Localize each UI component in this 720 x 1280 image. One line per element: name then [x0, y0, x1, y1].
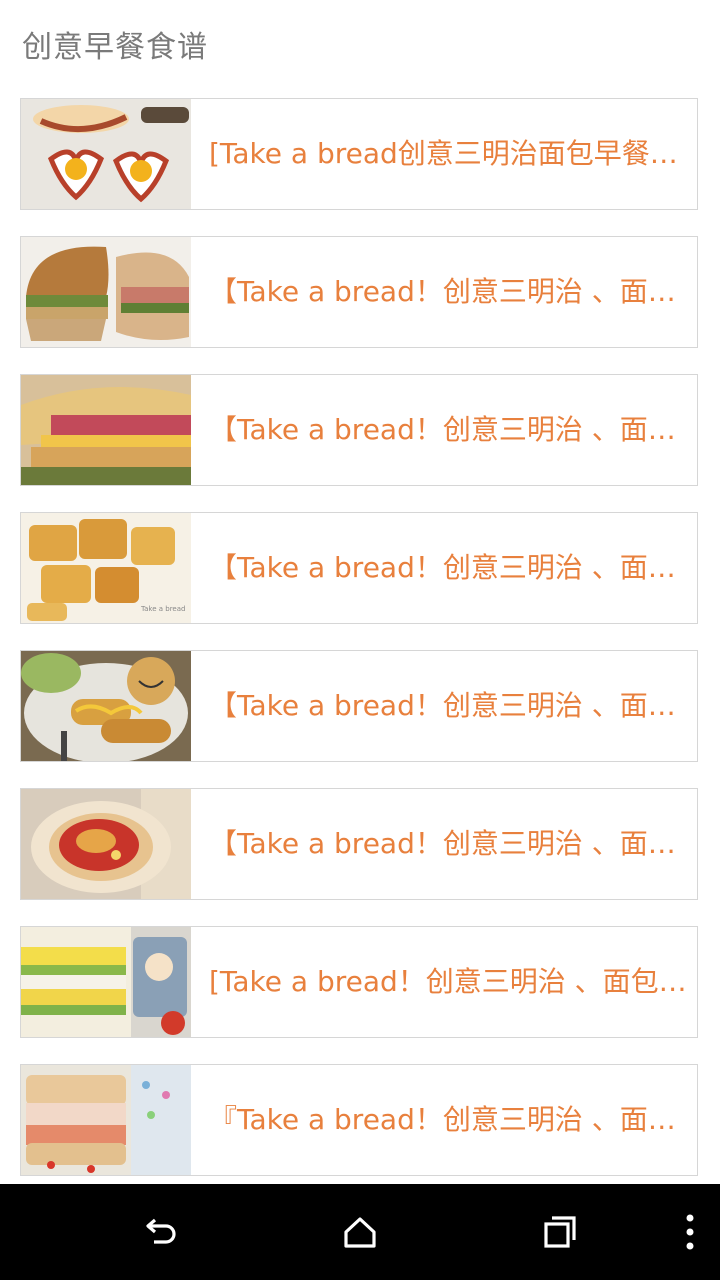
item-title: 【Take a bread！创意三明治 、面… [209, 551, 676, 584]
thumbnail-image [21, 789, 191, 899]
recents-icon [544, 1216, 576, 1248]
item-title: [Take a bread创意三明治面包早餐… [209, 137, 678, 170]
item-title: 【Take a bread！创意三明治 、面… [209, 413, 676, 446]
list-item[interactable]: 【Take a bread！创意三明治 、面… [20, 236, 698, 348]
list-item[interactable]: 【Take a bread！创意三明治 、面… [20, 650, 698, 762]
thumbnail-image: Take a bread [21, 513, 191, 623]
recents-button[interactable] [532, 1204, 588, 1260]
overflow-menu-button[interactable] [662, 1204, 718, 1260]
page-title: 创意早餐食谱 [22, 30, 208, 65]
recipe-list[interactable]: [Take a bread创意三明治面包早餐… 【Take a bread！创意… [20, 98, 700, 1202]
list-item[interactable]: [Take a bread创意三明治面包早餐… [20, 98, 698, 210]
thumbnail-image [21, 99, 191, 209]
thumbnail-image [21, 927, 191, 1037]
item-title: 【Take a bread！创意三明治 、面… [209, 275, 676, 308]
svg-text:Take a bread: Take a bread [140, 605, 185, 613]
thumbnail-image [21, 375, 191, 485]
item-title: 『Take a bread！创意三明治 、面… [209, 1103, 676, 1136]
back-button[interactable] [132, 1204, 188, 1260]
back-icon [146, 1218, 176, 1244]
thumbnail-image [21, 237, 191, 347]
home-icon [344, 1217, 376, 1248]
system-navigation-bar [0, 1184, 720, 1280]
item-title: 【Take a bread！创意三明治 、面… [209, 827, 676, 860]
item-title: 【Take a bread！创意三明治 、面… [209, 689, 676, 722]
list-item[interactable]: [Take a bread！创意三明治 、面包… [20, 926, 698, 1038]
home-button[interactable] [332, 1204, 388, 1260]
list-item[interactable]: 『Take a bread！创意三明治 、面… [20, 1064, 698, 1176]
list-item[interactable]: Take a bread 【Take a bread！创意三明治 、面… [20, 512, 698, 624]
list-item[interactable]: 【Take a bread！创意三明治 、面… [20, 788, 698, 900]
list-item[interactable]: 【Take a bread！创意三明治 、面… [20, 374, 698, 486]
more-vert-icon [686, 1214, 694, 1250]
thumbnail-image [21, 1065, 191, 1175]
thumbnail-image [21, 651, 191, 761]
item-title: [Take a bread！创意三明治 、面包… [209, 965, 687, 998]
